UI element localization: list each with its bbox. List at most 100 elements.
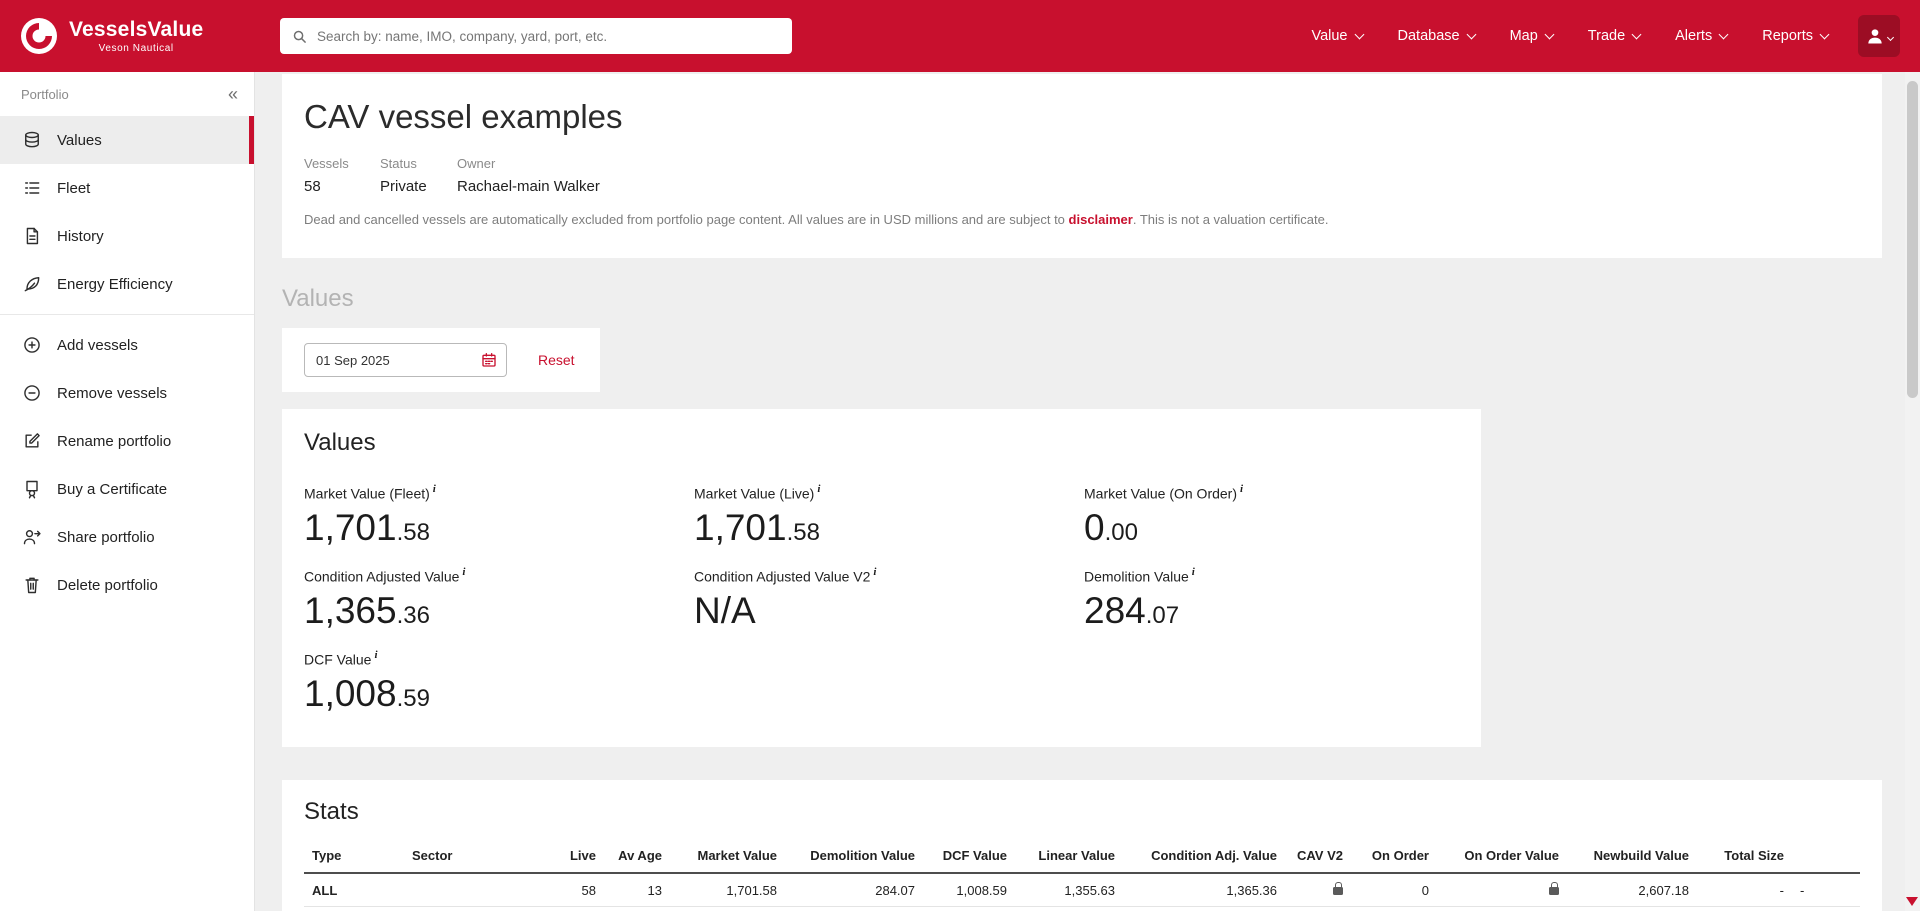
nav-trade[interactable]: Trade: [1588, 28, 1640, 44]
sidebar-action-share-portfolio[interactable]: Share portfolio: [0, 513, 254, 561]
col-av-age: Av Age: [604, 840, 670, 873]
sidebar-item-history[interactable]: History: [0, 212, 254, 260]
chevron-down-icon: [1632, 29, 1642, 39]
col-cav-v2: CAV V2: [1285, 840, 1351, 873]
metric-label: Market Value (On Order): [1084, 485, 1237, 501]
cell-on-order: 0: [1351, 873, 1437, 907]
table-row-bulker[interactable]: BULKER 31 3 1,101.56 159.54 439.93 900.2…: [304, 907, 1860, 911]
chevron-down-icon: [1466, 29, 1476, 39]
cell-dcf-value: 1,008.59: [923, 873, 1015, 907]
sidebar-action-delete-portfolio[interactable]: Delete portfolio: [0, 561, 254, 609]
nav-trade-label: Trade: [1588, 28, 1625, 44]
info-icon[interactable]: i: [1192, 566, 1195, 578]
cell-on-order: 0: [1351, 907, 1437, 911]
metric-label: DCF Value: [304, 651, 371, 667]
vertical-scrollbar[interactable]: [1905, 72, 1920, 911]
sidebar-item-energy-efficiency[interactable]: Energy Efficiency: [0, 260, 254, 308]
portfolio-summary-card: CAV vessel examples Vessels 58 Status Pr…: [282, 74, 1882, 258]
col-condition-adj-value: Condition Adj. Value: [1123, 840, 1285, 873]
cell-condition-adj-value: 1,365.36: [1123, 873, 1285, 907]
nav-map[interactable]: Map: [1510, 28, 1553, 44]
sidebar-action-remove-vessels[interactable]: Remove vessels: [0, 369, 254, 417]
cell-linear-value: 1,355.63: [1015, 873, 1123, 907]
nav-value[interactable]: Value: [1311, 28, 1362, 44]
meta-vessels: Vessels 58: [304, 156, 380, 195]
sidebar-item-fleet[interactable]: Fleet: [0, 164, 254, 212]
sidebar-item-values[interactable]: Values: [0, 116, 254, 164]
info-icon[interactable]: i: [374, 649, 377, 661]
sidebar-action-add-vessels[interactable]: Add vessels: [0, 321, 254, 369]
disclaimer-before: Dead and cancelled vessels are automatic…: [304, 212, 1069, 227]
nav-database[interactable]: Database: [1398, 28, 1475, 44]
metric-demolition-value: Demolition Valuei 284.07: [1084, 566, 1474, 632]
search-icon: [292, 29, 307, 44]
metrics-grid: Market Value (Fleet)i 1,701.58 Market Va…: [304, 483, 1459, 715]
metric-int: 1,365: [304, 590, 397, 631]
edit-pencil-icon: [22, 431, 42, 451]
sidebar-action-rename-portfolio[interactable]: Rename portfolio: [0, 417, 254, 465]
date-field[interactable]: [314, 352, 444, 369]
col-on-order-value: On Order Value: [1437, 840, 1567, 873]
meta-label: Owner: [457, 156, 600, 171]
cell-av-age: 13: [604, 873, 670, 907]
info-icon[interactable]: i: [873, 566, 876, 578]
cell-on-order-value: [1437, 873, 1567, 907]
search-input[interactable]: [315, 28, 780, 45]
nav-reports[interactable]: Reports: [1762, 28, 1828, 44]
brand-logo[interactable]: VesselsValue Veson Nautical: [20, 17, 238, 55]
valuation-date-input[interactable]: [304, 343, 507, 377]
info-icon[interactable]: i: [433, 483, 436, 495]
meta-label: Vessels: [304, 156, 380, 171]
stats-card: Stats Type Sector Live Av Age Market Val…: [282, 780, 1882, 911]
sidebar-item-label: Values: [57, 132, 102, 149]
meta-status: Status Private: [380, 156, 457, 195]
metric-condition-adjusted-value: Condition Adjusted Valuei 1,365.36: [304, 566, 694, 632]
calendar-icon[interactable]: [481, 352, 497, 368]
cell-sector: [404, 907, 504, 911]
info-icon[interactable]: i: [462, 566, 465, 578]
cell-newbuild-value: 1,322.45: [1567, 907, 1697, 911]
sidebar-action-label: Buy a Certificate: [57, 481, 167, 498]
global-search[interactable]: [280, 18, 792, 54]
certificate-icon: [22, 479, 42, 499]
table-row-all[interactable]: ALL 58 13 1,701.58 284.07 1,008.59 1,355…: [304, 873, 1860, 907]
metric-label: Condition Adjusted Value V2: [694, 568, 870, 584]
sidebar-item-label: Energy Efficiency: [57, 276, 173, 293]
scrollbar-thumb[interactable]: [1907, 81, 1918, 398]
history-document-icon: [22, 226, 42, 246]
disclaimer-link[interactable]: disclaimer: [1069, 212, 1133, 227]
main-nav: Value Database Map Trade Alerts Reports: [1311, 28, 1828, 44]
info-icon[interactable]: i: [1240, 483, 1243, 495]
chevron-down-icon: [1354, 29, 1364, 39]
metric-condition-adjusted-value-v2: Condition Adjusted Value V2i N/A: [694, 566, 1084, 632]
cell-unit: -: [1792, 873, 1860, 907]
metric-int: 1,701: [694, 507, 787, 548]
fleet-list-icon: [22, 178, 42, 198]
cell-linear-value: 900.21: [1015, 907, 1123, 911]
metric-label: Market Value (Fleet): [304, 485, 430, 501]
sidebar-action-label: Add vessels: [57, 337, 138, 354]
cell-on-order-value: [1437, 907, 1567, 911]
cell-av-age: 3: [604, 907, 670, 911]
sidebar-action-label: Delete portfolio: [57, 577, 158, 594]
cell-market-value: 1,101.56: [670, 907, 785, 911]
reset-button[interactable]: Reset: [538, 352, 575, 368]
cell-sector: [404, 873, 504, 907]
meta-value: Rachael-main Walker: [457, 178, 600, 195]
collapse-sidebar-icon[interactable]: «: [228, 85, 238, 103]
metric-dec: .58: [397, 519, 430, 546]
user-menu-button[interactable]: [1858, 15, 1900, 57]
info-icon[interactable]: i: [817, 483, 820, 495]
col-on-order: On Order: [1351, 840, 1437, 873]
col-demolition-value: Demolition Value: [785, 840, 923, 873]
metric-dcf-value: DCF Valuei 1,008.59: [304, 649, 694, 715]
portfolio-sidebar: Portfolio « Values Fleet History Energy …: [0, 72, 255, 911]
cell-condition-adj-value: 977.31: [1123, 907, 1285, 911]
disclaimer-text: Dead and cancelled vessels are automatic…: [304, 212, 1860, 227]
nav-alerts[interactable]: Alerts: [1675, 28, 1727, 44]
meta-value: Private: [380, 178, 457, 195]
metric-int: 0: [1084, 507, 1105, 548]
values-coins-icon: [22, 130, 42, 150]
sidebar-action-buy-certificate[interactable]: Buy a Certificate: [0, 465, 254, 513]
cell-market-value: 1,701.58: [670, 873, 785, 907]
